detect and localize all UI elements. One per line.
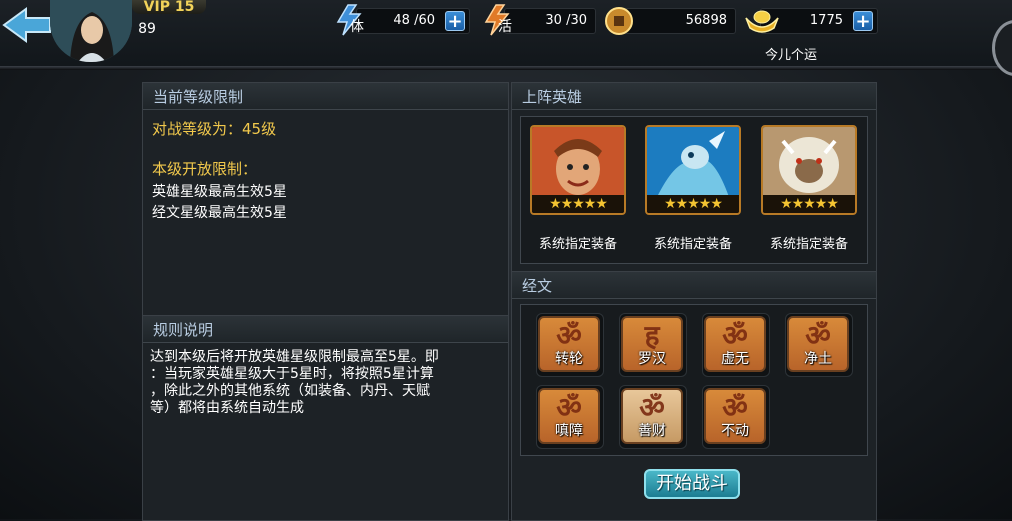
start-battle-button[interactable]: 开始战斗	[644, 469, 740, 499]
scripture-label: 罗汉	[638, 351, 666, 367]
scripture-star-limit: 经文星级最高生效5星	[152, 205, 287, 221]
ingots-value: 1775	[809, 13, 843, 28]
top-bar-edge	[0, 66, 1012, 70]
heroes-title: 上阵英雄	[522, 88, 583, 106]
level-limit-header: 当前等级限制	[143, 83, 508, 110]
fortune-text[interactable]: 今儿个运	[765, 44, 817, 63]
rules-line: 等）都将由系统自动生成	[150, 400, 304, 416]
rules-header: 规则说明	[143, 316, 508, 343]
open-limit-title: 本级开放限制：	[152, 160, 258, 178]
back-arrow-icon[interactable]	[2, 6, 54, 44]
hero-slot-1[interactable]: ★★★★★	[530, 125, 626, 215]
add-stamina-button[interactable]: +	[445, 11, 465, 32]
hero-equip-label: 系统指定装备	[538, 237, 617, 252]
hero-equip-label: 系统指定装备	[653, 237, 732, 252]
scripture-chenzhang[interactable]: ॐ 嗔障	[538, 388, 600, 444]
rules-line: 达到本级后将开放英雄星级限制最高至5星。即	[150, 349, 439, 365]
battle-level-text: 对战等级为：45级	[152, 120, 277, 138]
scripture-title: 经文	[522, 277, 553, 295]
warrior-portrait-icon	[532, 127, 624, 197]
scripture-label: 善财	[638, 423, 666, 439]
scripture-label: 不动	[721, 423, 749, 439]
scripture-budong[interactable]: ॐ 不动	[704, 388, 766, 444]
gold-ingot-icon	[745, 10, 779, 33]
player-level: 89	[138, 21, 156, 37]
coin-icon	[605, 7, 633, 35]
stamina-value: 48 /60	[393, 13, 435, 28]
scripture-luohan[interactable]: ह 罗汉	[621, 316, 683, 372]
heroes-header: 上阵英雄	[512, 83, 876, 110]
rules-panel: 规则说明	[142, 315, 509, 521]
level-limit-title: 当前等级限制	[153, 88, 244, 106]
rules-text: 达到本级后将开放英雄星级限制最高至5星。即 ：当玩家英雄星级大于5星时，将按照5…	[150, 349, 502, 417]
vip-badge: VIP 15	[132, 0, 206, 14]
rules-title: 规则说明	[153, 321, 214, 339]
hero-equip-label: 系统指定装备	[769, 237, 848, 252]
hero-stars: ★★★★★	[647, 195, 739, 213]
scripture-label: 虚无	[721, 351, 749, 367]
scripture-header: 经文	[512, 272, 876, 299]
rules-line: ：当玩家英雄星级大于5星时，将按照5星计算	[150, 366, 434, 382]
scripture-label: 嗔障	[555, 423, 583, 439]
hero-star-limit: 英雄星级最高生效5星	[152, 184, 287, 200]
scripture-shancai[interactable]: ॐ 善财	[621, 388, 683, 444]
hero-stars: ★★★★★	[763, 195, 855, 213]
add-ingots-button[interactable]: +	[853, 11, 873, 32]
scripture-zhuanlun[interactable]: ॐ 转轮	[538, 316, 600, 372]
scripture-xuwu[interactable]: ॐ 虚无	[704, 316, 766, 372]
rules-line: ，除此之外的其他系统（如装备、内丹、天赋	[150, 383, 430, 399]
beast-portrait-icon	[763, 127, 855, 197]
ice-warrior-portrait-icon	[647, 127, 739, 197]
hero-slot-2[interactable]: ★★★★★	[645, 125, 741, 215]
stamina-bar: 48 /60 +	[356, 8, 470, 34]
hero-stars: ★★★★★	[532, 195, 624, 213]
activity-label: 活	[498, 19, 512, 35]
stamina-label: 体	[350, 19, 364, 35]
coins-value: 56898	[685, 13, 727, 28]
coins-bar: 56898	[622, 8, 736, 34]
scripture-label: 净土	[804, 351, 832, 367]
activity-value: 30 /30	[545, 13, 587, 28]
scripture-jingtu[interactable]: ॐ 净土	[787, 316, 849, 372]
scripture-label: 转轮	[555, 351, 583, 367]
hero-slot-3[interactable]: ★★★★★	[761, 125, 857, 215]
